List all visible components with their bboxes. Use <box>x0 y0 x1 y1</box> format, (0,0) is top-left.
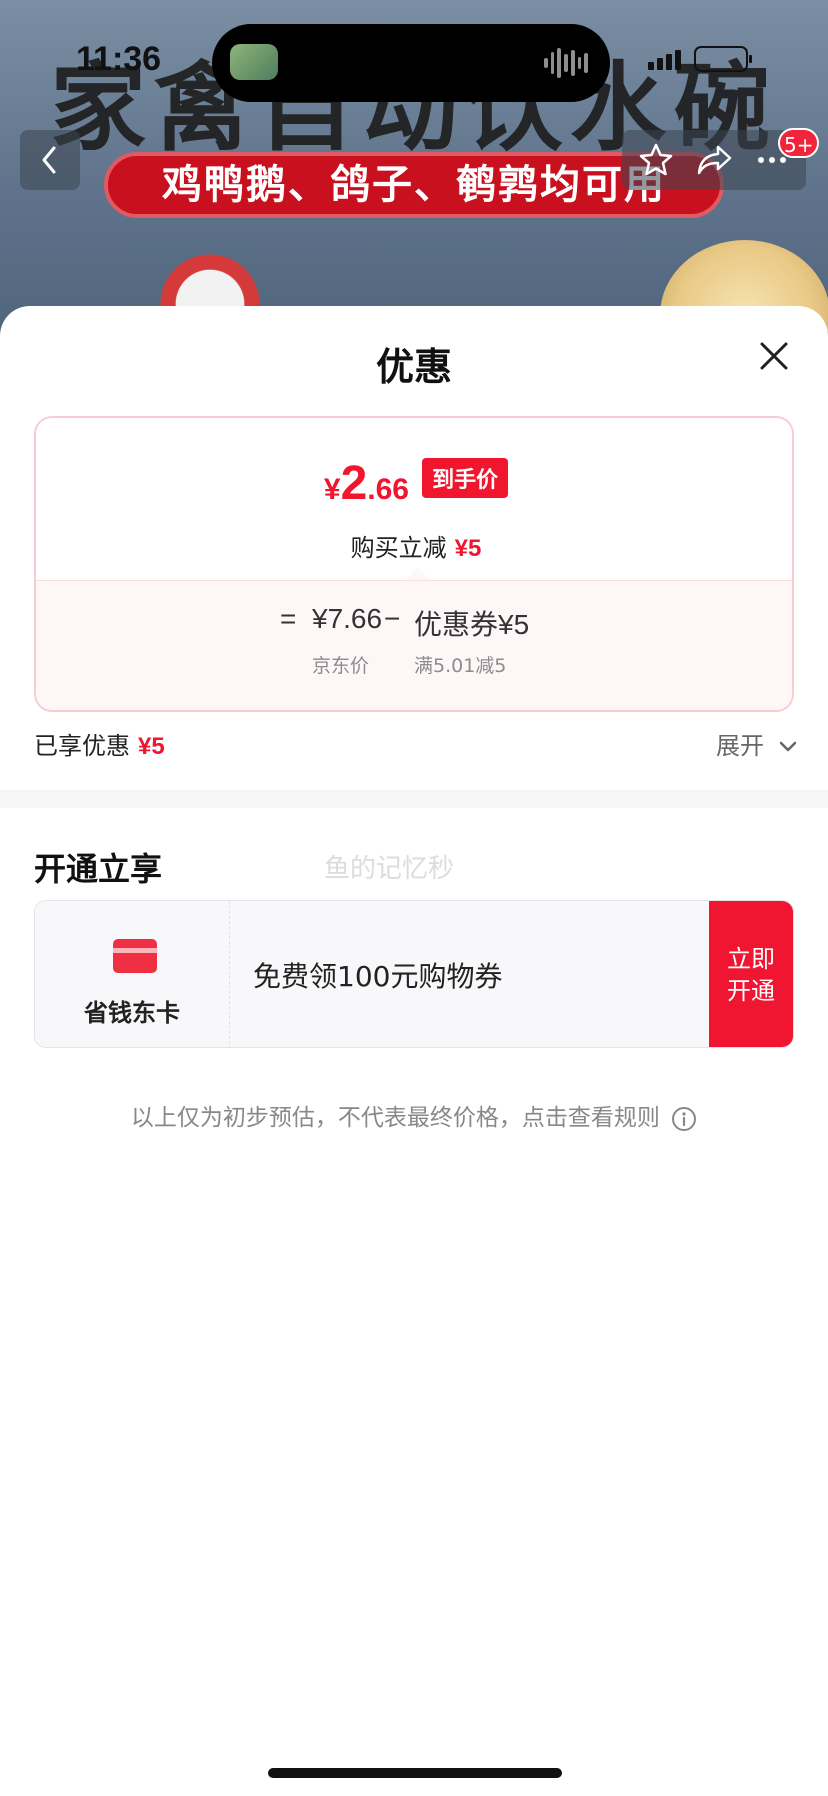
final-price: ¥2.66 <box>323 457 409 510</box>
notification-badge: 5+ <box>778 128 820 158</box>
open-now-label-line: 开通 <box>727 977 775 1005</box>
favorite-button[interactable] <box>636 142 676 178</box>
watermark-text: 鱼的记忆秒 <box>324 854 455 884</box>
savings-card-description: 免费领100元购物券 <box>253 960 503 993</box>
section-divider <box>0 790 828 808</box>
savings-card-name: 省钱东卡 <box>84 999 180 1027</box>
close-button[interactable] <box>756 338 792 374</box>
status-indicators <box>648 44 758 72</box>
back-button[interactable] <box>20 130 80 190</box>
savings-card-badge: 省钱东卡 <box>35 901 230 1047</box>
close-icon <box>760 342 788 370</box>
status-time: 11:36 <box>76 40 162 78</box>
open-now-label-line: 立即 <box>727 945 775 973</box>
jd-price: ¥7.66 <box>312 603 383 634</box>
coupon-condition: 满5.01减5 <box>414 655 507 677</box>
price-calculation: = ¥7.66 − 优惠券¥5 京东价 满5.01减5 <box>36 580 792 710</box>
chevron-left-icon <box>42 146 56 174</box>
audio-wave-icon <box>544 44 589 82</box>
calculation-row: = ¥7.66 − 优惠券¥5 <box>36 603 792 643</box>
jd-price-label: 京东价 <box>312 655 370 677</box>
minus-sign: − <box>384 603 401 634</box>
home-indicator <box>268 1768 562 1778</box>
final-price-tag: 到手价 <box>422 457 509 498</box>
battery-icon <box>694 46 752 72</box>
savings-card-offer[interactable]: 省钱东卡 免费领100元购物券 立即开通 <box>34 900 794 1048</box>
credit-card-icon <box>113 939 157 973</box>
info-icon <box>672 1106 697 1131</box>
equals-sign: = <box>280 603 297 634</box>
discount-sheet: 优惠 ¥2.66 到手价 购买立减 ¥5 = ¥7.66 − 优惠券¥5 京东价 … <box>0 306 828 1796</box>
dynamic-island <box>212 24 610 102</box>
open-section-title: 开通立享 <box>34 850 163 888</box>
final-price-row: ¥2.66 到手价 <box>36 456 792 516</box>
card-notch <box>406 568 430 580</box>
chevron-down-icon <box>779 741 796 752</box>
enjoyed-discount-label: 已享优惠 <box>34 732 130 760</box>
expand-button[interactable]: 展开 <box>716 726 798 761</box>
instant-discount-amount: ¥5 <box>454 535 482 562</box>
star-icon <box>639 143 673 176</box>
coupon-amount: 优惠券¥5 <box>414 609 530 640</box>
enjoyed-discount-amount: ¥5 <box>138 733 165 760</box>
share-button[interactable] <box>694 142 734 178</box>
price-disclaimer[interactable]: 以上仅为初步预估，不代表最终价格，点击查看规则 <box>0 1098 828 1132</box>
price-breakdown-card: ¥2.66 到手价 购买立减 ¥5 = ¥7.66 − 优惠券¥5 京东价 满5.… <box>34 416 794 712</box>
sheet-title: 优惠 <box>375 345 452 389</box>
share-icon <box>697 145 732 175</box>
enjoyed-discount: 已享优惠 ¥5 <box>34 726 165 761</box>
disclaimer-text: 以上仅为初步预估，不代表最终价格，点击查看规则 <box>130 1105 660 1131</box>
instant-discount-label: 购买立减 <box>350 534 447 562</box>
open-now-button[interactable]: 立即 开通 <box>709 901 793 1047</box>
instant-discount-row: 购买立减 ¥5 <box>36 528 792 563</box>
expand-label: 展开 <box>716 732 764 760</box>
island-thumbnail <box>230 44 278 80</box>
open-now-label: 立即 开通 <box>709 943 793 1007</box>
signal-icon <box>648 48 684 70</box>
